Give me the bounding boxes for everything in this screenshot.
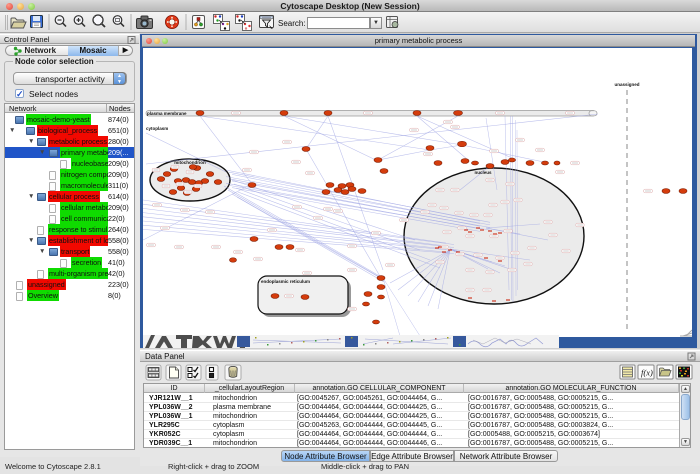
svg-text:endoplasmic reticulum: endoplasmic reticulum xyxy=(261,279,310,284)
svg-text:mitochondrion: mitochondrion xyxy=(174,160,206,165)
svg-text:cytoplasm: cytoplasm xyxy=(146,126,168,131)
svg-text:f(x): f(x) xyxy=(641,368,653,378)
svg-text:unassigned: unassigned xyxy=(614,82,639,87)
svg-text:nucleus: nucleus xyxy=(474,170,492,175)
svg-text:plasma membrane: plasma membrane xyxy=(147,111,187,116)
